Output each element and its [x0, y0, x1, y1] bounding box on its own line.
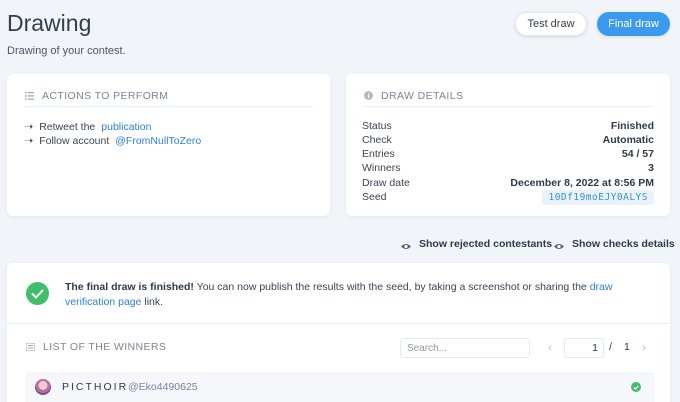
detail-row-draw-date: Draw date December 8, 2022 at 8:56 PM — [362, 177, 654, 189]
chevron-left-icon[interactable]: ‹ — [548, 340, 552, 354]
avatar — [35, 379, 51, 395]
page-title: Drawing — [7, 10, 92, 36]
list-icon — [24, 91, 34, 101]
draw-details-card: DRAW DETAILS Status Finished Check Autom… — [346, 74, 670, 216]
action-item: ➝ Retweet the publication — [24, 120, 152, 134]
detail-row-status: Status Finished — [362, 120, 654, 132]
detail-row-winners: Winners 3 — [362, 162, 654, 174]
arrow-right-icon: ➝ — [24, 121, 34, 133]
seed-value[interactable]: 10Df19moEJY0ALYS — [542, 189, 654, 205]
arrow-right-icon: ➝ — [24, 135, 34, 147]
actions-card-title: ACTIONS TO PERFORM — [42, 89, 169, 102]
test-draw-button[interactable]: Test draw — [515, 12, 587, 36]
winner-handle: @Eko4490625 — [128, 381, 198, 393]
show-checks-toggle[interactable]: Show checks details — [554, 238, 675, 250]
detail-row-check: Check Automatic — [362, 134, 654, 146]
page-total: 1 — [624, 341, 630, 353]
chevron-right-icon[interactable]: › — [642, 340, 646, 354]
draw-details-header: DRAW DETAILS — [363, 85, 653, 107]
show-rejected-toggle[interactable]: Show rejected contestants — [401, 238, 552, 250]
winners-header: LIST OF THE WINNERS — [25, 341, 166, 353]
final-draw-notice: The final draw is finished! You can now … — [65, 281, 613, 308]
page-separator: / — [609, 341, 612, 353]
final-draw-button[interactable]: Final draw — [597, 12, 670, 36]
actions-card-header: ACTIONS TO PERFORM — [24, 85, 313, 107]
eye-icon — [554, 241, 564, 249]
detail-row-seed: Seed 10Df19moEJY0ALYS — [362, 189, 654, 205]
page-number-input[interactable] — [564, 338, 604, 358]
winner-name: PICTHOIR — [62, 381, 129, 393]
search-input[interactable] — [400, 338, 530, 358]
action-item: ➝ Follow account @FromNullToZero — [24, 134, 202, 148]
detail-row-entries: Entries 54 / 57 — [362, 148, 654, 160]
publication-link[interactable]: publication — [101, 121, 151, 133]
eye-icon — [401, 241, 411, 249]
page-subtitle: Drawing of your contest. — [7, 45, 126, 57]
account-link[interactable]: @FromNullToZero — [115, 135, 201, 147]
divider — [7, 323, 670, 324]
winners-title: LIST OF THE WINNERS — [43, 341, 167, 353]
list-icon — [25, 342, 35, 352]
info-icon — [363, 91, 373, 101]
actions-card: ACTIONS TO PERFORM ➝ Retweet the publica… — [7, 74, 330, 216]
check-circle-icon — [26, 282, 49, 305]
draw-details-title: DRAW DETAILS — [381, 89, 464, 102]
check-circle-icon — [631, 382, 641, 392]
